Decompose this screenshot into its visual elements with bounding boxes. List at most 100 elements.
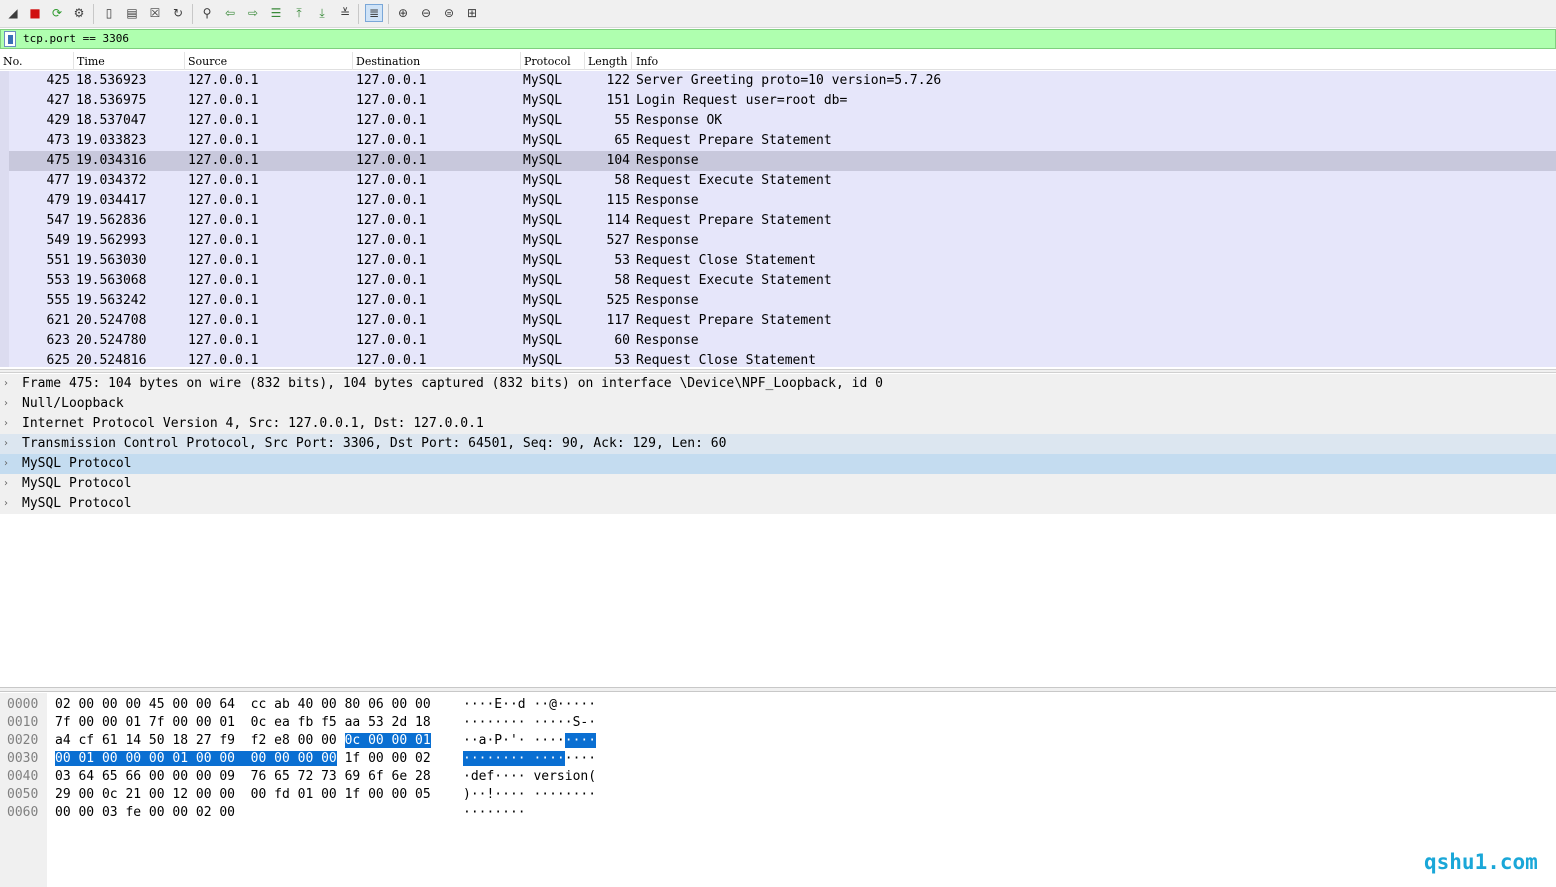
detail-tree-item[interactable]: › Frame 475: 104 bytes on wire (832 bits)…	[0, 374, 1556, 394]
packet-row[interactable]: 549 19.562993 127.0.0.1 127.0.0.1 MySQL 527 Re…	[0, 231, 1556, 251]
ascii-bytes-segment: ····	[564, 751, 597, 766]
packet-row[interactable]: 429 18.537047 127.0.0.1 127.0.0.1 MySQL 55 Res…	[0, 111, 1556, 131]
packet-row[interactable]: 475 19.034316 127.0.0.1 127.0.0.1 MySQL 104 Re…	[0, 151, 1556, 171]
packet-row[interactable]: 473 19.033823 127.0.0.1 127.0.0.1 MySQL 65 Req…	[0, 131, 1556, 151]
detail-tree-item[interactable]: › MySQL Protocol	[0, 474, 1556, 494]
column-divider[interactable]	[584, 52, 585, 70]
chevron-right-icon[interactable]: ›	[4, 374, 14, 394]
packet-row[interactable]: 551 19.563030 127.0.0.1 127.0.0.1 MySQL 53 Req…	[0, 251, 1556, 271]
packet-row[interactable]: 427 18.536975 127.0.0.1 127.0.0.1 MySQL 151 Lo…	[0, 91, 1556, 111]
resize-columns-icon[interactable]: ⊞	[463, 4, 481, 22]
go-forward-icon[interactable]: ⇨	[244, 4, 262, 22]
chevron-right-icon[interactable]: ›	[4, 394, 14, 414]
options-gear-icon[interactable]: ⚙	[70, 4, 88, 22]
column-divider[interactable]	[184, 52, 185, 70]
packet-details-tree[interactable]: › Frame 475: 104 bytes on wire (832 bits)…	[0, 374, 1556, 687]
zoom-in-icon[interactable]: ⊕	[394, 4, 412, 22]
toolbar-separator	[358, 4, 359, 24]
chevron-right-icon[interactable]: ›	[4, 414, 14, 434]
ascii-bytes[interactable]: ········ ·····S-·	[463, 714, 596, 732]
toolbar-separator	[192, 4, 193, 24]
packet-info: Response	[636, 233, 699, 248]
go-first-icon[interactable]: ⤒	[290, 4, 308, 22]
column-header-destination[interactable]: Destination	[356, 55, 420, 70]
display-filter-bar[interactable]: tcp.port == 3306	[0, 29, 1556, 49]
column-header-protocol[interactable]: Protocol	[524, 55, 571, 70]
detail-tree-item[interactable]: › MySQL Protocol	[0, 494, 1556, 514]
column-header-no[interactable]: No.	[3, 55, 23, 70]
ascii-bytes[interactable]: ·def···· version(	[463, 768, 596, 786]
go-last-icon[interactable]: ⤓	[313, 4, 331, 22]
packet-bytes-pane[interactable]: 0000 02 00 00 00 45 00 00 64 cc ab 40 00 …	[0, 693, 1556, 887]
chevron-right-icon[interactable]: ›	[4, 494, 14, 514]
hex-bytes[interactable]: 00 00 03 fe 00 00 02 00	[55, 804, 235, 822]
packet-row[interactable]: 623 20.524780 127.0.0.1 127.0.0.1 MySQL 60 Res…	[0, 331, 1556, 351]
ascii-bytes[interactable]: ········	[463, 804, 526, 822]
detail-tree-label: MySQL Protocol	[22, 476, 132, 491]
pane-splitter[interactable]	[0, 369, 1556, 373]
stop-icon[interactable]: ■	[26, 4, 44, 22]
open-file-icon[interactable]: ▯	[100, 4, 118, 22]
hex-bytes-segment: 1f 00 00 02	[336, 751, 431, 766]
ascii-bytes[interactable]: )··!···· ········	[463, 786, 596, 804]
column-header-length[interactable]: Length	[588, 55, 627, 70]
packet-row[interactable]: 555 19.563242 127.0.0.1 127.0.0.1 MySQL 525 Re…	[0, 291, 1556, 311]
packet-length: 58	[614, 273, 630, 288]
chevron-right-icon[interactable]: ›	[4, 434, 14, 454]
column-header-source[interactable]: Source	[188, 55, 227, 70]
packet-list[interactable]: 425 18.536923 127.0.0.1 127.0.0.1 MySQL 122 Se…	[0, 71, 1556, 367]
packet-row[interactable]: 553 19.563068 127.0.0.1 127.0.0.1 MySQL 58 Req…	[0, 271, 1556, 291]
column-divider[interactable]	[352, 52, 353, 70]
packet-info: Request Execute Statement	[636, 273, 832, 288]
column-divider[interactable]	[73, 52, 74, 70]
detail-tree-item[interactable]: › Null/Loopback	[0, 394, 1556, 414]
shark-fin-start-icon[interactable]: ◢	[4, 4, 22, 22]
column-header-time[interactable]: Time	[77, 55, 105, 70]
hex-bytes[interactable]: a4 cf 61 14 50 18 27 f9 f2 e8 00 00 0c 0…	[55, 732, 431, 750]
display-filter-input[interactable]: tcp.port == 3306	[23, 32, 129, 45]
ascii-bytes[interactable]: ····E··d ··@·····	[463, 696, 596, 714]
column-divider[interactable]	[631, 52, 632, 70]
packet-info: Server Greeting proto=10 version=5.7.26	[636, 73, 942, 88]
normal-size-icon[interactable]: ⊜	[440, 4, 458, 22]
toolbar-separator	[388, 4, 389, 24]
colorize-icon[interactable]: ≣	[365, 4, 383, 22]
auto-scroll-icon[interactable]: ≚	[336, 4, 354, 22]
packet-length: 60	[614, 333, 630, 348]
zoom-out-icon[interactable]: ⊖	[417, 4, 435, 22]
hex-bytes[interactable]: 29 00 0c 21 00 12 00 00 00 fd 01 00 1f 0…	[55, 786, 431, 804]
hex-bytes[interactable]: 02 00 00 00 45 00 00 64 cc ab 40 00 80 0…	[55, 696, 431, 714]
restart-icon[interactable]: ⟳	[48, 4, 66, 22]
reload-icon[interactable]: ↻	[169, 4, 187, 22]
packet-list-header: No. Time Source Destination Protocol Len…	[0, 52, 1556, 70]
detail-tree-item[interactable]: › Transmission Control Protocol, Src Port…	[0, 434, 1556, 454]
hex-bytes[interactable]: 00 01 00 00 00 01 00 00 00 00 00 00 1f 0…	[55, 750, 431, 768]
pane-splitter[interactable]	[0, 687, 1556, 692]
detail-tree-label: MySQL Protocol	[22, 456, 132, 471]
packet-info: Response OK	[636, 113, 723, 128]
packet-length: 53	[614, 253, 630, 268]
detail-tree-item[interactable]: › MySQL Protocol	[0, 454, 1556, 474]
packet-row[interactable]: 621 20.524708 127.0.0.1 127.0.0.1 MySQL 117 Re…	[0, 311, 1556, 331]
column-divider[interactable]	[520, 52, 521, 70]
packet-row[interactable]: 477 19.034372 127.0.0.1 127.0.0.1 MySQL 58 Req…	[0, 171, 1556, 191]
packet-row[interactable]: 479 19.034417 127.0.0.1 127.0.0.1 MySQL 115 Re…	[0, 191, 1556, 211]
find-icon[interactable]: ⚲	[198, 4, 216, 22]
ascii-bytes[interactable]: ··a·P·'· ········	[463, 732, 597, 750]
chevron-right-icon[interactable]: ›	[4, 474, 14, 494]
packet-row[interactable]: 547 19.562836 127.0.0.1 127.0.0.1 MySQL 114 Re…	[0, 211, 1556, 231]
packet-row[interactable]: 425 18.536923 127.0.0.1 127.0.0.1 MySQL 122 Se…	[0, 71, 1556, 91]
column-header-info[interactable]: Info	[636, 55, 658, 70]
go-back-icon[interactable]: ⇦	[221, 4, 239, 22]
hex-bytes[interactable]: 7f 00 00 01 7f 00 00 01 0c ea fb f5 aa 5…	[55, 714, 431, 732]
hex-bytes[interactable]: 03 64 65 66 00 00 00 09 76 65 72 73 69 6…	[55, 768, 431, 786]
packet-row[interactable]: 625 20.524816 127.0.0.1 127.0.0.1 MySQL 53 Req…	[0, 351, 1556, 367]
close-file-icon[interactable]: ☒	[146, 4, 164, 22]
ascii-bytes[interactable]: ········ ········	[463, 750, 596, 768]
go-to-packet-icon[interactable]: ☰	[267, 4, 285, 22]
packet-length: 58	[614, 173, 630, 188]
save-file-icon[interactable]: ▤	[123, 4, 141, 22]
detail-tree-item[interactable]: › Internet Protocol Version 4, Src: 127.0…	[0, 414, 1556, 434]
bookmark-icon[interactable]	[4, 31, 16, 47]
chevron-right-icon[interactable]: ›	[4, 454, 14, 474]
